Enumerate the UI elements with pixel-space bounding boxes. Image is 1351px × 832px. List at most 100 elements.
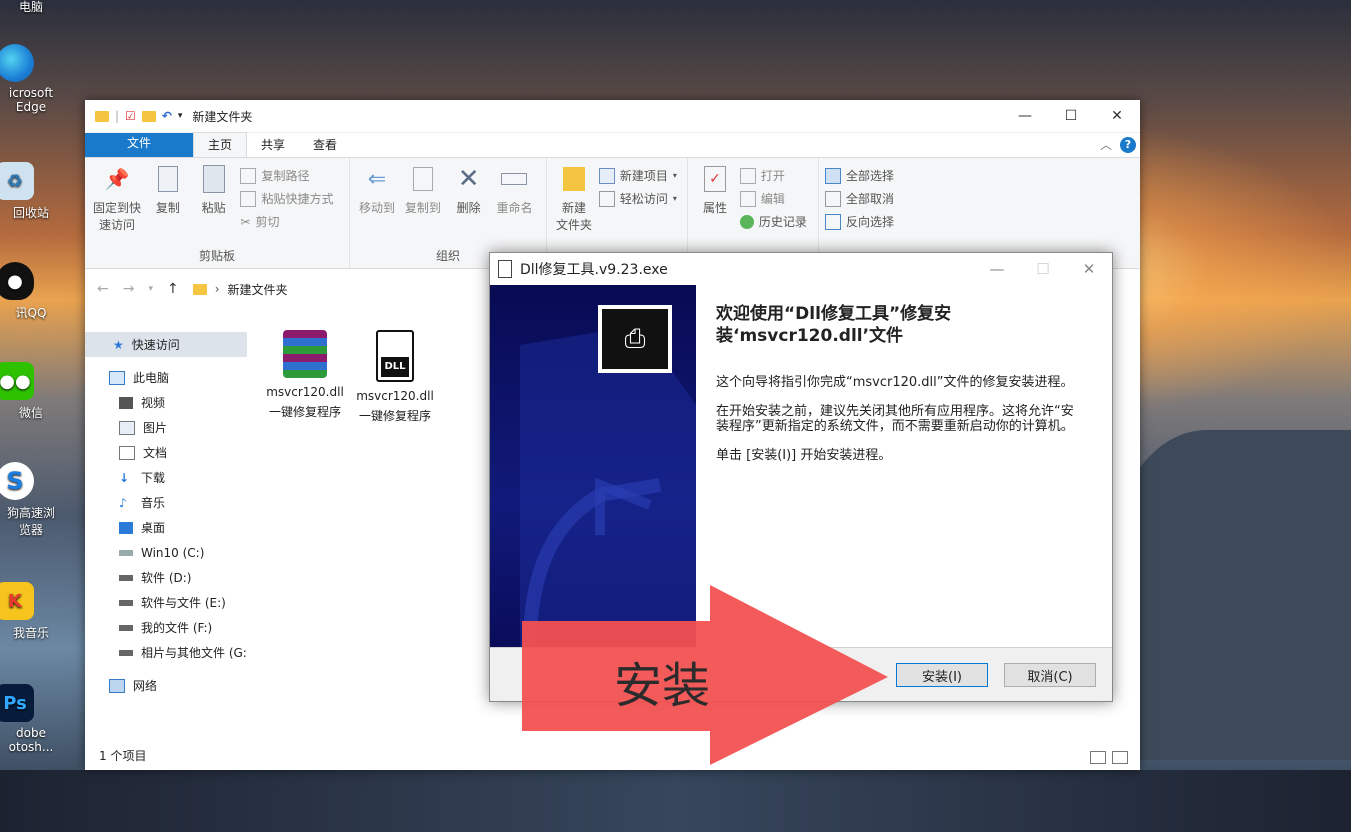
- nav-item-drive-f[interactable]: 我的文件 (F:): [85, 615, 247, 640]
- undo-icon[interactable]: ↶: [162, 109, 172, 123]
- arrow-label: 安装: [614, 658, 711, 714]
- delete-button[interactable]: ✕ 删除: [448, 164, 490, 217]
- dialog-paragraph-1: 这个向导将指引你完成“msvcr120.dll”文件的修复安装进程。: [716, 375, 1074, 390]
- help-icon[interactable]: ?: [1120, 136, 1136, 153]
- cancel-button[interactable]: 取消(C): [1004, 663, 1096, 687]
- explorer-titlebar: | ☑ ↶ ▾ 新建文件夹 — ☐ ✕: [85, 100, 1140, 133]
- close-button[interactable]: ✕: [1094, 100, 1140, 132]
- collapse-ribbon-icon[interactable]: ︿: [1100, 136, 1112, 153]
- wallpaper-mountain: [1111, 430, 1351, 760]
- open-button[interactable]: 打开: [739, 164, 807, 187]
- pin-icon: 📌: [104, 166, 130, 191]
- nav-label: 图片: [143, 421, 168, 435]
- install-button[interactable]: 安装(I): [896, 663, 988, 687]
- select-all-button[interactable]: 全部选择: [825, 164, 911, 187]
- desktop-icon-sogou[interactable]: S 狗高速浏 览器: [0, 462, 62, 538]
- rename-button[interactable]: 重命名: [493, 164, 535, 217]
- drive-icon: [119, 649, 133, 656]
- copy-to-label: 复制到: [404, 201, 441, 215]
- delete-label: 删除: [456, 201, 481, 215]
- dialog-paragraph-3: 单击 [安装(I)] 开始安装进程。: [716, 448, 892, 463]
- properties-button[interactable]: ✓ 属性: [694, 164, 736, 217]
- nav-item-drive-d[interactable]: 软件 (D:): [85, 565, 247, 590]
- invert-selection-button[interactable]: 反向选择: [825, 210, 911, 233]
- new-item-button[interactable]: 新建项目 ▾: [598, 164, 677, 187]
- large-icons-view-icon[interactable]: [1112, 751, 1128, 764]
- move-to-button[interactable]: ⇐ 移动到: [356, 164, 398, 217]
- easy-access-button[interactable]: 轻松访问 ▾: [598, 187, 677, 210]
- up-icon[interactable]: ↑: [167, 281, 179, 297]
- edit-button[interactable]: 编辑: [739, 187, 807, 210]
- customize-quick-access-icon[interactable]: ▾: [178, 111, 183, 121]
- desktop-icon-label: 狗高速浏 览器: [6, 506, 55, 537]
- dialog-text: 欢迎使用“Dll修复工具”修复安装‘msvcr120.dll’文件 这个向导将指…: [716, 303, 1086, 477]
- paste-shortcut-icon: [240, 190, 257, 207]
- desktop-icon-qq[interactable]: ● 讯QQ: [0, 262, 62, 321]
- drive-icon: [119, 574, 133, 581]
- file-list: msvcr120.dll 一键修复程序 DLL msvcr120.dll 一键修…: [265, 326, 435, 426]
- file-item[interactable]: msvcr120.dll 一键修复程序: [265, 326, 345, 426]
- qq-icon: ●: [0, 262, 34, 300]
- select-none-button[interactable]: 全部取消: [825, 187, 911, 210]
- new-folder-button[interactable]: 新建 文件夹: [553, 164, 595, 234]
- invert-selection-icon: [825, 213, 841, 230]
- tab-home[interactable]: 主页: [193, 132, 248, 157]
- file-item[interactable]: DLL msvcr120.dll 一键修复程序: [355, 326, 435, 426]
- tab-view[interactable]: 查看: [299, 133, 351, 157]
- nav-item-music[interactable]: ♪ 音乐: [85, 490, 247, 515]
- folder-icon: [192, 283, 207, 295]
- dialog-close-button[interactable]: ✕: [1066, 253, 1112, 285]
- details-view-icon[interactable]: [1090, 751, 1106, 764]
- breadcrumb-chevron-icon: ›: [214, 282, 220, 296]
- minimize-button[interactable]: —: [1002, 100, 1048, 132]
- copy-button[interactable]: 复制: [147, 164, 189, 217]
- easy-access-icon: [598, 190, 615, 207]
- copy-to-button[interactable]: 复制到: [402, 164, 444, 217]
- pin-quick-access-button[interactable]: 📌 固定到快 速访问: [91, 164, 143, 234]
- desktop-icon-kuwo[interactable]: K 我音乐: [0, 582, 62, 641]
- desktop-icon-photoshop[interactable]: Ps dobe otosh...: [0, 684, 62, 754]
- nav-item-network[interactable]: 网络: [85, 673, 247, 698]
- nav-item-documents[interactable]: 文档: [85, 440, 247, 465]
- nav-item-drive-c[interactable]: Win10 (C:): [85, 540, 247, 565]
- desktop-icon-computer[interactable]: 电脑: [0, 0, 62, 15]
- nav-item-downloads[interactable]: ↓ 下载: [85, 465, 247, 490]
- history-label: 历史记录: [758, 215, 807, 229]
- tab-file[interactable]: 文件: [85, 133, 193, 157]
- wallpaper-ice: [0, 770, 1351, 832]
- desktop-icon-edge[interactable]: icrosoft Edge: [0, 44, 62, 114]
- wechat-icon: ●●: [0, 362, 34, 400]
- forward-icon[interactable]: →: [123, 281, 135, 297]
- nav-item-drive-e[interactable]: 软件与文件 (E:): [85, 590, 247, 615]
- nav-item-drive-g[interactable]: 相片与其他文件 (G:: [85, 640, 247, 665]
- back-icon[interactable]: ←: [97, 281, 109, 297]
- desktop-icon-wechat[interactable]: ●● 微信: [0, 362, 62, 421]
- recent-locations-icon[interactable]: ▾: [148, 284, 153, 294]
- new-folder-quick-icon[interactable]: [141, 110, 156, 122]
- address-path[interactable]: › 新建文件夹: [192, 281, 288, 298]
- clipboard-group: 📌 固定到快 速访问 复制 粘贴 复制路径 粘贴快捷方式 ✂ 剪切 剪贴板: [85, 158, 350, 268]
- maximize-button[interactable]: ☐: [1048, 100, 1094, 132]
- history-button[interactable]: 历史记录: [739, 210, 807, 233]
- nav-item-videos[interactable]: 视频: [85, 390, 247, 415]
- star-icon: ★: [113, 337, 124, 352]
- desktop-icon-recycle-bin[interactable]: ♻ 回收站: [0, 162, 62, 221]
- properties-quick-icon[interactable]: ☑: [125, 109, 136, 123]
- edit-icon: [739, 190, 756, 207]
- invert-selection-label: 反向选择: [846, 215, 895, 229]
- paste-button[interactable]: 粘贴: [193, 164, 235, 217]
- nav-item-quick-access[interactable]: ★ 快速访问: [85, 332, 247, 357]
- copy-path-button[interactable]: 复制路径: [240, 164, 333, 187]
- photoshop-icon: Ps: [0, 684, 34, 722]
- rename-label: 重命名: [496, 201, 533, 215]
- dialog-minimize-button[interactable]: —: [974, 253, 1020, 285]
- sogou-browser-icon: S: [0, 462, 34, 500]
- dialog-titlebar: Dll修复工具.v9.23.exe — ☐ ✕: [490, 253, 1112, 285]
- nav-label: 文档: [143, 446, 168, 460]
- tab-share[interactable]: 共享: [247, 133, 299, 157]
- cut-button[interactable]: ✂ 剪切: [240, 210, 333, 233]
- nav-item-this-pc[interactable]: 此电脑: [85, 365, 247, 390]
- nav-item-desktop[interactable]: 桌面: [85, 515, 247, 540]
- nav-item-pictures[interactable]: 图片: [85, 415, 247, 440]
- paste-shortcut-button[interactable]: 粘贴快捷方式: [240, 187, 334, 210]
